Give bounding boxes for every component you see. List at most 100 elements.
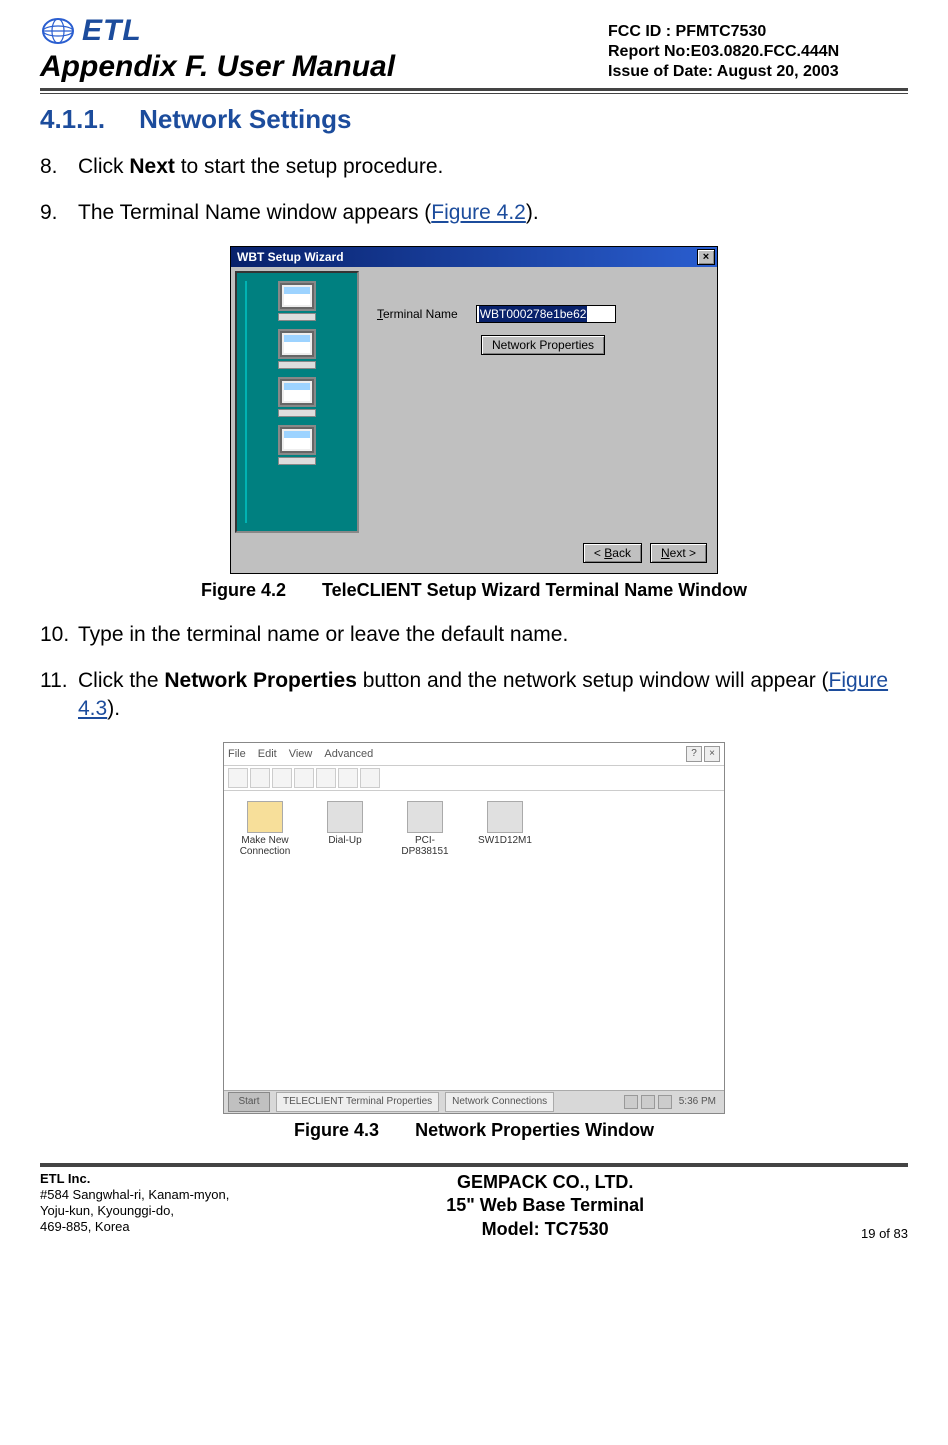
text: Click the — [78, 669, 164, 692]
caption-text: Network Properties Window — [415, 1120, 654, 1140]
system-tray: 5:36 PM — [624, 1095, 720, 1109]
window-right: Terminal Name WBT000278e1be62 Network Pr… — [363, 271, 713, 533]
figure-4-2-caption: Figure 4.2TeleCLIENT Setup Wizard Termin… — [40, 580, 908, 601]
report-no: Report No:E03.0820.FCC.444N — [608, 42, 908, 62]
left-graphic-panel — [235, 271, 359, 533]
caption-number: Figure 4.2 — [201, 580, 286, 600]
network-properties-window: File Edit View Advanced ? × — [223, 742, 725, 1114]
step-number: 11. — [40, 667, 78, 724]
connection-icon — [487, 801, 523, 833]
step-body: Click Next to start the setup procedure. — [78, 153, 908, 181]
window-body: Terminal Name WBT000278e1be62 Network Pr… — [231, 267, 717, 537]
sw-adapter-icon[interactable]: SW1D12M1 — [478, 801, 532, 857]
figure-4-2: WBT Setup Wizard × Terminal Name WBT0002… — [40, 246, 908, 574]
footer-rule — [40, 1163, 908, 1167]
taskbar: Start TELECLIENT Terminal Properties Net… — [224, 1090, 724, 1113]
footer-left: ETL Inc. #584 Sangwhal-ri, Kanam-myon, Y… — [40, 1171, 229, 1236]
fcc-id: FCC ID : PFMTC7530 — [608, 22, 908, 42]
menu: File Edit View Advanced — [228, 748, 373, 760]
connection-icon — [407, 801, 443, 833]
icon-label: Make New Connection — [238, 835, 292, 857]
step-10: 10. Type in the terminal name or leave t… — [40, 621, 908, 649]
dialup-icon[interactable]: Dial-Up — [318, 801, 372, 857]
close-button[interactable]: × — [697, 249, 715, 265]
text: to start the setup procedure. — [175, 155, 444, 178]
computer-icon — [275, 281, 319, 321]
toolbar-button[interactable] — [316, 768, 336, 788]
step-11: 11. Click the Network Properties button … — [40, 667, 908, 724]
next-button[interactable]: Next > — [650, 543, 707, 563]
address-line: #584 Sangwhal-ri, Kanam-myon, — [40, 1187, 229, 1203]
icon-label: SW1D12M1 — [478, 835, 532, 846]
window-title: WBT Setup Wizard — [237, 250, 344, 264]
step-number: 9. — [40, 199, 78, 227]
start-button[interactable]: Start — [228, 1092, 270, 1112]
step-9: 9. The Terminal Name window appears (Fig… — [40, 199, 908, 227]
icon-area: Make New Connection Dial-Up PCI-DP838151… — [224, 791, 724, 867]
address-line: 469-885, Korea — [40, 1219, 229, 1235]
menu-file[interactable]: File — [228, 748, 246, 760]
globe-icon — [40, 16, 76, 46]
window-footer: < Back Next > — [231, 537, 717, 573]
toolbar-button[interactable] — [338, 768, 358, 788]
header-left: ETL Appendix F. User Manual — [40, 14, 395, 84]
make-new-connection-icon[interactable]: Make New Connection — [238, 801, 292, 857]
menu-edit[interactable]: Edit — [258, 748, 277, 760]
folder-icon — [247, 801, 283, 833]
window-controls: ? × — [686, 746, 720, 762]
back-button[interactable]: < Back — [583, 543, 642, 563]
toolbar-button[interactable] — [228, 768, 248, 788]
connection-icon — [327, 801, 363, 833]
pci-adapter-icon[interactable]: PCI-DP838151 — [398, 801, 452, 857]
figure-link[interactable]: Figure 4.2 — [431, 201, 526, 224]
tray-icon[interactable] — [658, 1095, 672, 1109]
company-name: ETL Inc. — [40, 1171, 229, 1187]
section-number: 4.1.1. — [40, 104, 105, 134]
figure-4-3-caption: Figure 4.3Network Properties Window — [40, 1120, 908, 1141]
figure-4-3: File Edit View Advanced ? × — [40, 742, 908, 1114]
page-number: 19 of 83 — [861, 1226, 908, 1241]
taskbar-task[interactable]: TELECLIENT Terminal Properties — [276, 1092, 439, 1112]
computer-icon — [275, 329, 319, 369]
menu-advanced[interactable]: Advanced — [324, 748, 373, 760]
wbt-setup-wizard-window: WBT Setup Wizard × Terminal Name WBT0002… — [230, 246, 718, 574]
tray-icon[interactable] — [624, 1095, 638, 1109]
toolbar-button[interactable] — [360, 768, 380, 788]
icon-label: Dial-Up — [328, 835, 361, 846]
step-number: 10. — [40, 621, 78, 649]
section-heading: 4.1.1.Network Settings — [40, 104, 908, 135]
product-name: 15" Web Base Terminal — [446, 1194, 644, 1217]
text: ). — [526, 201, 539, 224]
toolbar-button[interactable] — [250, 768, 270, 788]
toolbar-button[interactable] — [294, 768, 314, 788]
step-number: 8. — [40, 153, 78, 181]
step-body: Type in the terminal name or leave the d… — [78, 621, 908, 649]
bold-text: Next — [129, 155, 175, 178]
page-header: ETL Appendix F. User Manual FCC ID : PFM… — [40, 14, 908, 84]
footer-center: GEMPACK CO., LTD. 15" Web Base Terminal … — [446, 1171, 644, 1241]
terminal-name-label: Terminal Name — [377, 307, 458, 321]
computer-icon — [275, 425, 319, 465]
page-footer: ETL Inc. #584 Sangwhal-ri, Kanam-myon, Y… — [40, 1171, 908, 1241]
menubar: File Edit View Advanced ? × — [224, 743, 724, 766]
product-company: GEMPACK CO., LTD. — [446, 1171, 644, 1194]
toolbar-button[interactable] — [272, 768, 292, 788]
text: The Terminal Name window appears ( — [78, 201, 431, 224]
appendix-title: Appendix F. User Manual — [40, 50, 395, 84]
tray-icon[interactable] — [641, 1095, 655, 1109]
address-line: Yoju-kun, Kyounggi-do, — [40, 1203, 229, 1219]
close-button[interactable]: × — [704, 746, 720, 762]
network-properties-button[interactable]: Network Properties — [481, 335, 605, 355]
header-right: FCC ID : PFMTC7530 Report No:E03.0820.FC… — [608, 22, 908, 84]
terminal-name-input[interactable]: WBT000278e1be62 — [476, 305, 616, 323]
issue-date: Issue of Date: August 20, 2003 — [608, 62, 908, 82]
text: ). — [107, 697, 120, 720]
bold-text: Network Properties — [164, 669, 357, 692]
menu-view[interactable]: View — [289, 748, 313, 760]
help-button[interactable]: ? — [686, 746, 702, 762]
taskbar-task[interactable]: Network Connections — [445, 1092, 554, 1112]
etl-logo: ETL — [40, 14, 395, 48]
computer-icon — [275, 377, 319, 417]
text: button and the network setup window will… — [357, 669, 829, 692]
icon-label: PCI-DP838151 — [398, 835, 452, 857]
